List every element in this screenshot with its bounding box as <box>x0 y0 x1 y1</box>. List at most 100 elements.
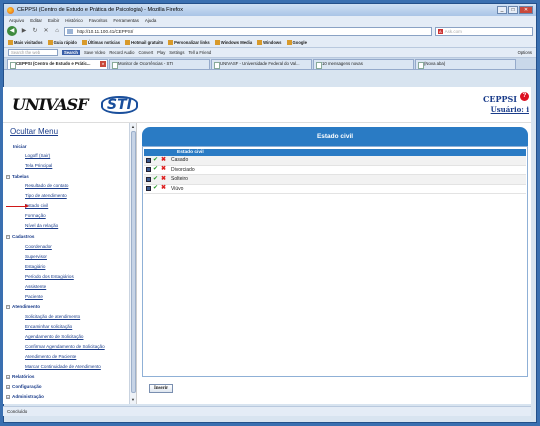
bookmark-item[interactable]: Mais visitados <box>8 40 43 45</box>
sti-logo: STI <box>101 96 138 114</box>
maximize-button[interactable]: □ <box>508 6 518 14</box>
section-configuracao[interactable]: + Configuração <box>6 384 42 389</box>
menu-ajuda[interactable]: Ajuda <box>145 18 157 23</box>
hide-menu-link[interactable]: Ocultar Menu <box>10 127 58 136</box>
page-title: Estado civil <box>142 127 528 146</box>
menu-nivel-relacao[interactable]: Nível da relação <box>25 223 58 228</box>
menu-supervisor[interactable]: Supervisor <box>25 254 47 259</box>
convert-button[interactable]: Convert <box>138 50 153 55</box>
scroll-up-icon[interactable]: ▲ <box>130 124 136 130</box>
close-window-button[interactable]: ✕ <box>519 6 533 14</box>
menu-assistente[interactable]: Assistente <box>25 284 46 289</box>
menu-agendamento-solicitacao[interactable]: Agendamento de Solicitação <box>25 334 83 339</box>
tab-monitor[interactable]: Monitor de Ocorrências - STI <box>109 59 210 69</box>
expand-icon[interactable]: + <box>6 394 10 399</box>
menu-atendimento-paciente[interactable]: Atendimento de Paciente <box>25 354 76 359</box>
help-icon[interactable]: ? <box>520 92 529 101</box>
settings-button[interactable]: Settings <box>169 50 184 55</box>
menu-arquivo[interactable]: Arquivo <box>9 18 24 23</box>
table-row: ✔ ✖ Divorciado <box>144 166 526 175</box>
bookmark-icon <box>214 40 220 45</box>
home-icon[interactable]: ⌂ <box>53 27 61 35</box>
section-cadastros[interactable]: − Cadastros <box>6 234 34 239</box>
close-tab-icon[interactable]: × <box>100 61 106 67</box>
record-audio-button[interactable]: Record Audio <box>109 50 134 55</box>
forward-icon[interactable]: ▶ <box>20 27 28 35</box>
expand-icon[interactable]: + <box>6 374 10 379</box>
delete-icon[interactable]: ✖ <box>161 157 166 163</box>
title-bar: CEPPSI (Centro de Estudo e Prática de Ps… <box>4 4 536 16</box>
save-video-button[interactable]: Save Video <box>84 50 105 55</box>
tab-mensagens[interactable]: 10 mensagens novas <box>313 59 414 69</box>
menu-estagiario[interactable]: Estagiário <box>25 264 45 269</box>
toolbar-search-input[interactable]: Search the web <box>8 49 58 56</box>
menu-resultado-contato[interactable]: Resultado de contato <box>25 183 68 188</box>
section-atendimento[interactable]: − Atendimento <box>6 304 40 309</box>
section-iniciar[interactable]: Iniciar <box>13 144 27 149</box>
check-icon[interactable]: ✔ <box>153 166 159 172</box>
delete-icon[interactable]: ✖ <box>161 166 166 172</box>
menu-periodo-estagiarios[interactable]: Período dos Estagiários <box>25 274 74 279</box>
check-icon[interactable]: ✔ <box>153 176 159 182</box>
menu-exibir[interactable]: Exibir <box>48 18 59 23</box>
menu-logoff[interactable]: Logoff (Sair) <box>25 153 50 158</box>
menu-solicitacao-atendimento[interactable]: Solicitação de atendimento <box>25 314 80 319</box>
tell-friend-button[interactable]: Tell a Friend <box>188 50 211 55</box>
reload-icon[interactable]: ↻ <box>31 27 39 35</box>
check-icon[interactable]: ✔ <box>153 185 159 191</box>
section-tabelas[interactable]: − Tabelas <box>6 174 29 179</box>
bookmark-item[interactable]: Hotmail gratuito <box>125 40 163 45</box>
bookmark-icon <box>125 40 131 45</box>
menu-favoritos[interactable]: Favoritos <box>89 18 108 23</box>
scroll-down-icon[interactable]: ▼ <box>130 397 136 403</box>
bookmark-item[interactable]: Windows <box>257 40 282 45</box>
menu-editar[interactable]: Editar <box>30 18 42 23</box>
menu-continuidade-atendimento[interactable]: Marcar Continuidade de Atendimento <box>25 364 101 369</box>
menu-encaminhar-solicitacao[interactable]: Encaminhar solicitação <box>25 324 72 329</box>
menu-tipo-atendimento[interactable]: Tipo de atendimento <box>25 193 67 198</box>
menu-coordenador[interactable]: Coordenador <box>25 244 52 249</box>
collapse-icon[interactable]: − <box>6 304 10 309</box>
toolbar-search-button[interactable]: Search <box>62 50 80 55</box>
row-label: Solteiro <box>171 176 188 183</box>
menu-paciente[interactable]: Paciente <box>25 294 43 299</box>
delete-icon[interactable]: ✖ <box>161 185 166 191</box>
section-relatorios[interactable]: + Relatórios <box>6 374 34 379</box>
collapse-icon[interactable]: − <box>6 174 10 179</box>
section-administracao[interactable]: + Administração <box>6 394 44 399</box>
address-bar[interactable]: http://10.11.100.41/CEPPSI/ <box>64 26 432 36</box>
options-button[interactable]: Options <box>518 50 532 55</box>
scroll-thumb[interactable] <box>131 131 136 393</box>
delete-icon[interactable]: ✖ <box>161 176 166 182</box>
edit-icon[interactable] <box>146 157 151 163</box>
tab-ceppsi[interactable]: CEPPSI (Centro de Estudo e Prátic... × <box>7 59 108 69</box>
check-icon[interactable]: ✔ <box>153 157 159 163</box>
tab-nova-aba[interactable]: (Nova aba) <box>415 59 516 69</box>
bookmark-item[interactable]: Google <box>286 40 307 45</box>
insert-button[interactable]: Inserir <box>149 384 174 393</box>
edit-icon[interactable] <box>146 176 151 182</box>
expand-icon[interactable]: + <box>6 384 10 389</box>
user-link[interactable]: Usuário: i <box>491 105 529 114</box>
menu-tela-principal[interactable]: Tela Principal <box>25 163 52 168</box>
bookmark-item[interactable]: Guia rápido <box>47 40 77 45</box>
edit-icon[interactable] <box>146 167 151 173</box>
edit-icon[interactable] <box>146 186 151 192</box>
row-label: Divorciado <box>171 166 195 173</box>
menu-formacao[interactable]: Formação <box>25 213 46 218</box>
minimize-button[interactable]: _ <box>497 6 507 14</box>
collapse-icon[interactable]: − <box>6 234 10 239</box>
bookmark-item[interactable]: Últimas notícias <box>81 40 120 45</box>
back-icon[interactable]: ◀ <box>7 26 17 36</box>
bookmark-icon <box>257 40 263 45</box>
bookmark-item[interactable]: Personalizar links <box>168 40 210 45</box>
web-search-input[interactable]: A Ask.com <box>435 26 533 36</box>
menu-confirmar-agendamento[interactable]: Confirmar Agendamento de Solicitação <box>25 344 105 349</box>
stop-icon[interactable]: ✕ <box>42 27 50 35</box>
tab-univasf[interactable]: UNIVASF - Universidade Federal do Val... <box>211 59 312 69</box>
menu-historico[interactable]: Histórico <box>65 18 83 23</box>
sidebar-scrollbar[interactable]: ▲ ▼ <box>129 123 136 404</box>
menu-ferramentas[interactable]: Ferramentas <box>113 18 139 23</box>
play-button[interactable]: Play <box>157 50 165 55</box>
bookmark-item[interactable]: Windows Media <box>214 40 252 45</box>
